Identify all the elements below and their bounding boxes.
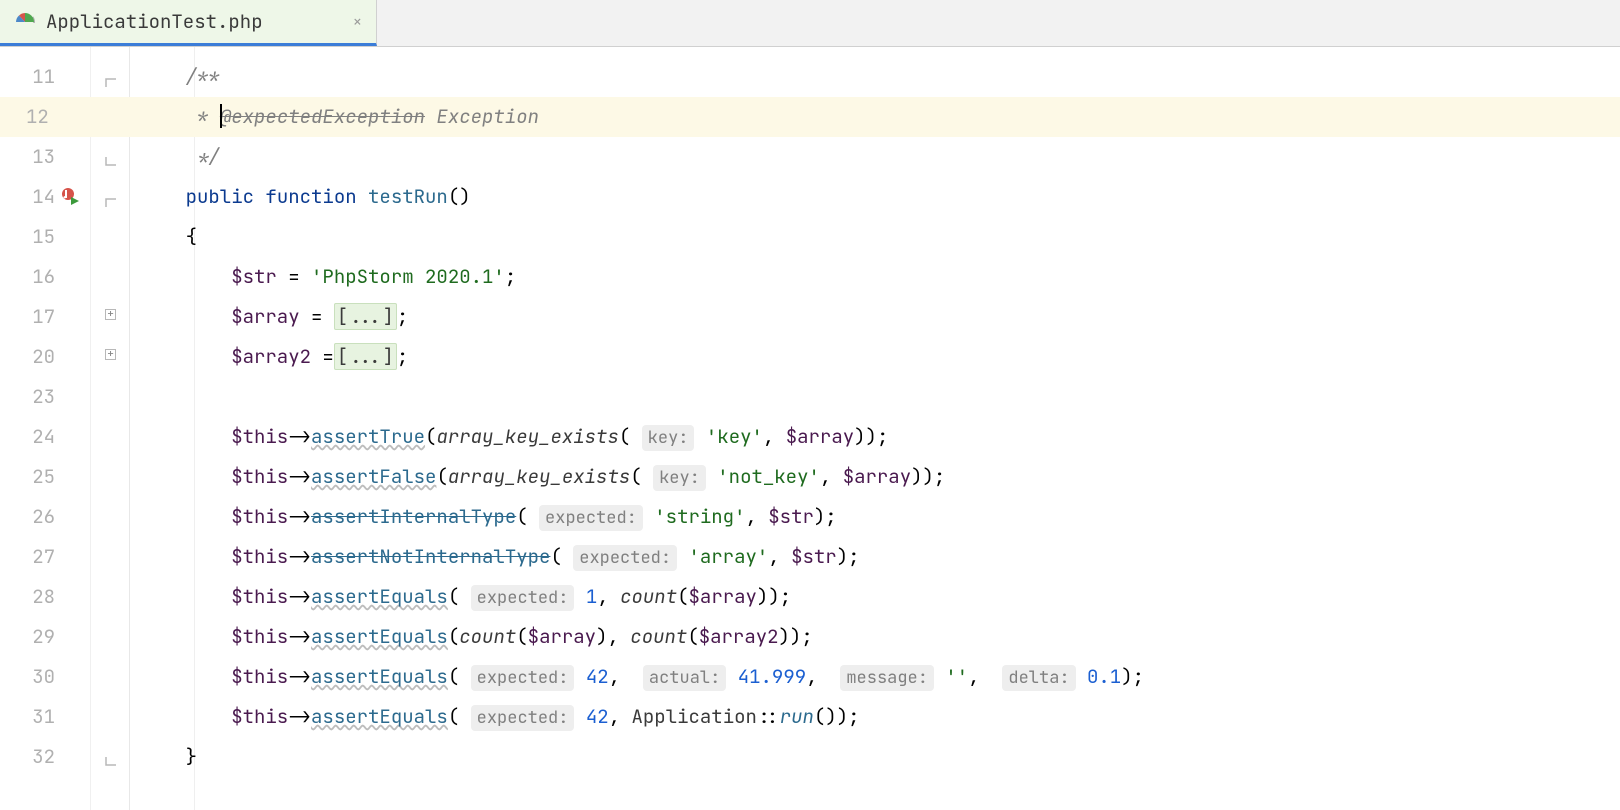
fold-marker-icon[interactable] — [105, 149, 121, 165]
param-hint: message: — [840, 665, 934, 691]
code-line: $this->assertEquals( expected: 42, actua… — [130, 657, 1620, 697]
code-line: $this->assertEquals( expected: 42, Appli… — [130, 697, 1620, 737]
code-line: $this->assertEquals(count($array), count… — [130, 617, 1620, 657]
param-hint: actual: — [643, 665, 726, 691]
gutter: 11 12 13 14 15 16 17 20 23 24 25 26 27 2… — [0, 47, 130, 810]
line-number: 30 — [0, 657, 55, 697]
code-line: $str = 'PhpStorm 2020.1'; — [130, 257, 1620, 297]
code-line: $array = [...]; — [130, 297, 1620, 337]
code-line: $this->assertTrue(array_key_exists( key:… — [130, 417, 1620, 457]
line-number: 20 — [0, 337, 55, 377]
folded-region[interactable]: [...] — [334, 343, 397, 370]
param-hint: expected: — [471, 705, 575, 731]
code-line: $this->assertInternalType( expected: 'st… — [130, 497, 1620, 537]
line-number: 31 — [0, 697, 55, 737]
param-hint: expected: — [471, 585, 575, 611]
line-number: 24 — [0, 417, 55, 457]
code-line: */ — [130, 137, 1620, 177]
line-number: 29 — [0, 617, 55, 657]
line-number: 25 — [0, 457, 55, 497]
editor-area: 11 12 13 14 15 16 17 20 23 24 25 26 27 2… — [0, 47, 1620, 810]
fold-expand-icon[interactable]: + — [105, 309, 121, 325]
line-number: 15 — [0, 217, 55, 257]
fold-marker-icon[interactable] — [105, 69, 121, 85]
line-number: 16 — [0, 257, 55, 297]
close-tab-icon[interactable]: × — [353, 11, 363, 32]
param-hint: key: — [642, 425, 695, 451]
file-tab[interactable]: ApplicationTest.php × — [0, 0, 377, 46]
php-file-icon — [14, 11, 36, 33]
code-line: $this->assertEquals( expected: 1, count(… — [130, 577, 1620, 617]
line-number: 14 — [0, 177, 55, 217]
param-hint: expected: — [539, 505, 643, 531]
param-hint: expected: — [573, 545, 677, 571]
code-line: $array2 =[...]; — [130, 337, 1620, 377]
param-hint: delta: — [1002, 665, 1075, 691]
code-line: public function testRun() — [130, 177, 1620, 217]
line-number: 17 — [0, 297, 55, 337]
code-line: /** — [130, 57, 1620, 97]
tab-filename: ApplicationTest.php — [46, 9, 263, 34]
code-line: $this->assertNotInternalType( expected: … — [130, 537, 1620, 577]
fold-expand-icon[interactable]: + — [105, 349, 121, 365]
code-area[interactable]: /** * @expectedException Exception */ pu… — [130, 47, 1620, 810]
fold-marker-icon[interactable] — [105, 749, 121, 765]
fold-marker-icon[interactable] — [105, 189, 121, 205]
text-caret — [220, 104, 222, 128]
line-number: 26 — [0, 497, 55, 537]
run-test-icon[interactable] — [60, 186, 82, 208]
param-hint: expected: — [471, 665, 575, 691]
line-number: 28 — [0, 577, 55, 617]
line-number: 32 — [0, 737, 55, 777]
line-number: 12 — [0, 97, 130, 137]
tab-bar: ApplicationTest.php × — [0, 0, 1620, 47]
code-line: $this->assertFalse(array_key_exists( key… — [130, 457, 1620, 497]
line-number: 11 — [0, 57, 55, 97]
line-number: 27 — [0, 537, 55, 577]
code-line: * @expectedException Exception — [130, 97, 1620, 137]
line-number: 23 — [0, 377, 55, 417]
code-line: { — [130, 217, 1620, 257]
line-number: 13 — [0, 137, 55, 177]
param-hint: key: — [653, 465, 706, 491]
folded-region[interactable]: [...] — [334, 303, 397, 330]
code-line — [130, 377, 1620, 417]
code-line: } — [130, 737, 1620, 777]
